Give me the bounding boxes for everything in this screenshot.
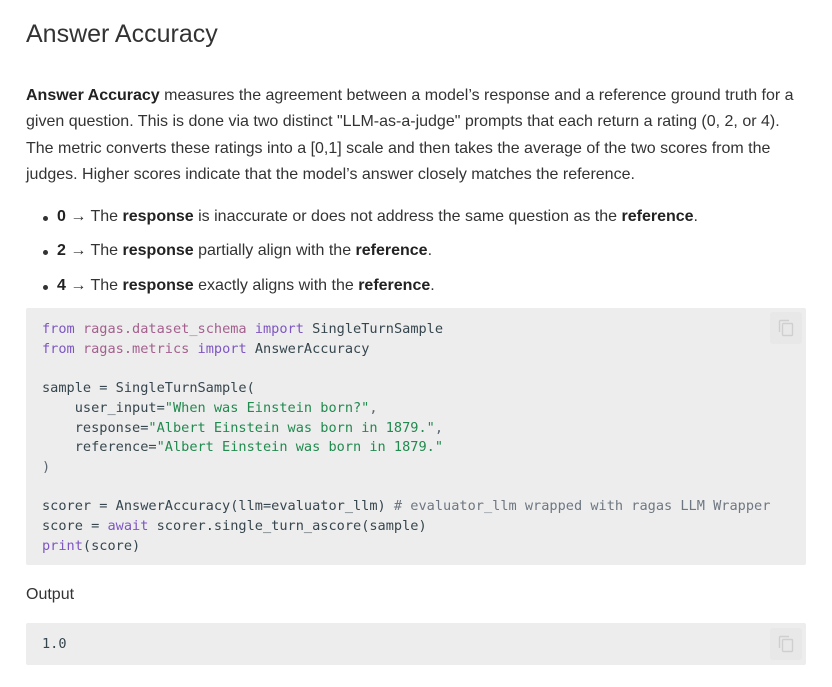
rating-score: 4 bbox=[57, 276, 66, 294]
rating-arrow: → The bbox=[65, 276, 123, 294]
rating-word-response: response bbox=[122, 242, 194, 260]
keyword: await bbox=[107, 518, 149, 535]
module-name: ragas.metrics bbox=[82, 340, 190, 357]
arg-name: response= bbox=[42, 419, 149, 436]
string-literal: "When was Einstein born?" bbox=[164, 399, 370, 416]
keyword: from bbox=[42, 340, 75, 357]
code-line: sample = SingleTurnSample( bbox=[42, 380, 255, 397]
rating-text: is inaccurate or does not address the sa… bbox=[193, 207, 622, 225]
string-literal: "Albert Einstein was born in 1879." bbox=[156, 439, 444, 456]
ratings-list: 0 → The response is inaccurate or does n… bbox=[26, 205, 806, 298]
arg-name: user_input= bbox=[42, 399, 165, 416]
rating-word-response: response bbox=[122, 207, 194, 225]
list-item: 4 → The response exactly aligns with the… bbox=[42, 274, 806, 298]
copy-icon bbox=[778, 635, 794, 653]
rating-word-reference: reference bbox=[355, 242, 428, 260]
list-item: 2 → The response partially align with th… bbox=[42, 239, 806, 263]
code-line: scorer = AnswerAccuracy(llm=evaluator_ll… bbox=[42, 498, 394, 515]
copy-button[interactable] bbox=[770, 312, 802, 345]
code-line: scorer.single_turn_ascore(sample) bbox=[148, 518, 427, 535]
code-block: from ragas.dataset_schema import SingleT… bbox=[26, 308, 806, 568]
document: Answer Accuracy Answer Accuracy measures… bbox=[0, 0, 832, 666]
rating-word-response: response bbox=[122, 276, 194, 294]
string-literal: "Albert Einstein was born in 1879." bbox=[148, 419, 435, 436]
rating-word-reference: reference bbox=[621, 207, 694, 225]
class-name: AnswerAccuracy bbox=[254, 340, 370, 357]
copy-icon bbox=[778, 319, 794, 337]
list-item: 0 → The response is inaccurate or does n… bbox=[42, 205, 806, 229]
output-block: 1.0 bbox=[26, 623, 806, 666]
code-line: score = bbox=[42, 518, 108, 535]
keyword: import bbox=[197, 340, 247, 357]
code-content[interactable]: from ragas.dataset_schema import SingleT… bbox=[26, 308, 806, 568]
code-line: ) bbox=[42, 459, 51, 476]
rating-score: 2 bbox=[57, 242, 66, 260]
keyword: print bbox=[42, 537, 83, 554]
intro-paragraph: Answer Accuracy measures the agreement b… bbox=[26, 83, 806, 189]
arg-name: reference= bbox=[42, 439, 157, 456]
output-label: Output bbox=[26, 586, 75, 604]
rating-arrow: → The bbox=[65, 242, 123, 260]
rating-score: 0 bbox=[57, 207, 66, 225]
intro-term: Answer Accuracy bbox=[26, 87, 160, 104]
output-value[interactable]: 1.0 bbox=[26, 623, 806, 665]
class-name: SingleTurnSample bbox=[312, 321, 444, 338]
copy-button[interactable] bbox=[770, 628, 802, 661]
rating-end: . bbox=[693, 207, 698, 225]
rating-end: . bbox=[430, 276, 435, 294]
rating-text: partially align with the bbox=[193, 242, 356, 260]
rating-word-reference: reference bbox=[358, 276, 431, 294]
rating-end: . bbox=[427, 242, 433, 260]
module-name: ragas.dataset_schema bbox=[82, 321, 247, 338]
rating-arrow: → The bbox=[65, 207, 123, 225]
code-comment: # evaluator_llm wrapped with ragas LLM W… bbox=[393, 498, 771, 515]
code-line: (score) bbox=[82, 537, 141, 554]
page-title: Answer Accuracy bbox=[26, 20, 218, 48]
keyword: from bbox=[42, 321, 75, 338]
rating-text: exactly aligns with the bbox=[193, 276, 359, 294]
keyword: import bbox=[254, 321, 304, 338]
